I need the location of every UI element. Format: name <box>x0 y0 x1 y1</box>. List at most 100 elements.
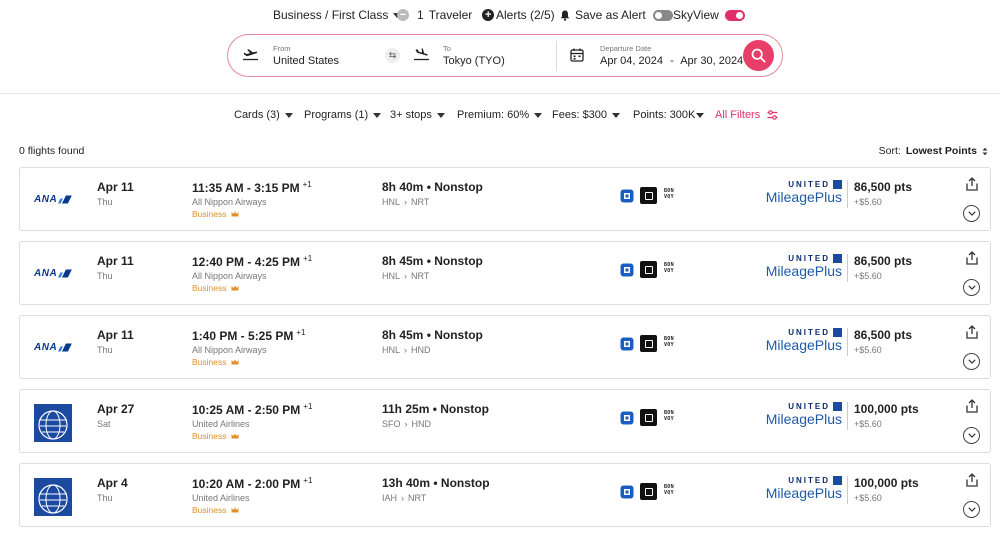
bonvoy-text: BON VOY <box>664 484 674 496</box>
cabin-select[interactable]: Business / First Class <box>273 6 402 24</box>
route-origin: SFO <box>382 419 401 429</box>
filter-points[interactable]: Points: 300K <box>633 109 705 121</box>
date-end: Apr 30, 2024 <box>680 55 744 67</box>
date-label: Departure Date <box>600 44 652 53</box>
date-field[interactable]: Departure Date Apr 04, 2024 - Apr 30, 20… <box>558 35 743 75</box>
filter-fees[interactable]: Fees: $300 <box>552 109 621 121</box>
bonvoy-icon: BON VOY <box>664 188 680 200</box>
filter-premium[interactable]: Premium: 60% <box>457 109 543 121</box>
program-brand: UNITED <box>788 476 830 485</box>
route-destination: NRT <box>408 493 427 503</box>
flight-card[interactable]: Apr 27 Sat 10:25 AM - 2:50 PM +1 United A… <box>19 389 991 453</box>
mileageplus-logo: UNITED MileagePlus <box>760 402 842 436</box>
chase-icon <box>620 485 634 499</box>
share-icon[interactable] <box>965 177 979 191</box>
flight-card[interactable]: ANA Apr 11 Thu 11:35 AM - 3:15 PM +1 All … <box>19 167 991 231</box>
flight-time-range: 11:35 AM - 3:15 PM <box>192 181 300 195</box>
chevron-down-icon <box>967 285 976 290</box>
expand-button[interactable] <box>963 279 980 296</box>
chevron-down-icon <box>696 112 705 118</box>
skyview-label: SkyView <box>673 8 719 22</box>
expand-button[interactable] <box>963 205 980 222</box>
route-destination: HND <box>411 345 431 355</box>
bonvoy-icon: BON VOY <box>664 484 680 496</box>
chase-icon <box>620 263 634 277</box>
amex-icon <box>640 335 657 352</box>
share-icon[interactable] <box>965 251 979 265</box>
swap-icon[interactable]: ⇆ <box>385 48 400 63</box>
filter-cards[interactable]: Cards (3) <box>234 109 293 121</box>
flight-time: 11:35 AM - 3:15 PM +1 <box>192 180 312 195</box>
filter-cards-label: Cards (3) <box>234 109 280 121</box>
filter-stops[interactable]: 3+ stops <box>390 109 445 121</box>
sort-select[interactable]: Sort: Lowest Points <box>879 145 988 157</box>
search-icon <box>751 48 766 63</box>
expand-button[interactable] <box>963 427 980 444</box>
chevron-right-icon: › <box>404 197 408 207</box>
route-destination: HND <box>411 419 432 429</box>
expand-button[interactable] <box>963 501 980 518</box>
search-button[interactable] <box>743 40 774 71</box>
flight-route: HNL › NRT <box>382 197 429 207</box>
date-range: Apr 04, 2024 - Apr 30, 2024 <box>600 55 743 67</box>
route-destination: NRT <box>411 197 430 207</box>
flight-date: Apr 4 <box>97 476 128 490</box>
from-field[interactable]: From United States <box>228 35 378 75</box>
flight-date: Apr 11 <box>97 328 134 342</box>
plus-icon[interactable]: + <box>482 9 495 21</box>
ana-logo-text: ANA <box>34 193 58 205</box>
program-name: MileagePlus <box>765 411 842 427</box>
day-offset: +1 <box>303 476 313 485</box>
share-icon[interactable] <box>965 399 979 413</box>
flight-duration: 13h 40m • Nonstop <box>382 476 490 490</box>
united-logo <box>34 404 72 442</box>
expand-button[interactable] <box>963 353 980 370</box>
save-alert-label: Save as Alert <box>575 8 646 22</box>
flight-card[interactable]: ANA Apr 11 Thu 12:40 PM - 4:25 PM +1 All … <box>19 241 991 305</box>
calendar-icon <box>570 48 584 62</box>
header-divider <box>0 93 1000 94</box>
program-brand: UNITED <box>788 254 830 263</box>
price-divider <box>847 328 848 356</box>
airline-name: All Nippon Airways <box>192 197 267 207</box>
cabin-select-label: Business / First Class <box>273 8 389 22</box>
share-icon[interactable] <box>965 325 979 339</box>
day-offset: +1 <box>303 402 313 411</box>
filter-premium-label: Premium: 60% <box>457 109 530 121</box>
traveler-stepper: − 1 Traveler + <box>397 6 495 24</box>
price-divider <box>847 476 848 504</box>
flight-weekday: Thu <box>97 197 113 207</box>
mileageplus-logo: UNITED MileagePlus <box>760 328 842 362</box>
share-icon[interactable] <box>965 473 979 487</box>
flight-card[interactable]: ANA Apr 11 Thu 1:40 PM - 5:25 PM +1 All N… <box>19 315 991 379</box>
all-filters-button[interactable]: All Filters <box>715 109 778 121</box>
flight-card[interactable]: Apr 4 Thu 10:20 AM - 2:00 PM +1 United Ai… <box>19 463 991 527</box>
cash-fee: +$5.60 <box>854 271 882 281</box>
cash-fee: +$5.60 <box>854 197 882 207</box>
alerts-link[interactable]: Alerts (2/5) <box>496 6 555 24</box>
price-divider <box>847 180 848 208</box>
cash-fee: +$5.60 <box>854 493 882 503</box>
minus-icon[interactable]: − <box>397 9 409 21</box>
day-offset: +1 <box>296 328 306 337</box>
flight-route: HNL › NRT <box>382 271 429 281</box>
price-divider <box>847 402 848 430</box>
all-filters-label: All Filters <box>715 109 761 121</box>
amex-icon <box>640 261 657 278</box>
skyview-toggle[interactable] <box>724 9 745 21</box>
cabin-class: Business <box>192 283 239 293</box>
landing-icon <box>414 48 429 61</box>
filter-programs[interactable]: Programs (1) <box>304 109 382 121</box>
points-price: 86,500 pts <box>854 328 913 342</box>
cabin-class-label: Business <box>192 505 227 515</box>
ana-stripe-icon <box>58 195 72 203</box>
chevron-right-icon: › <box>404 419 408 429</box>
cabin-class: Business <box>192 209 239 219</box>
from-value: United States <box>273 55 340 67</box>
chevron-down-icon <box>967 359 976 364</box>
chevron-down-icon <box>967 433 976 438</box>
save-alert-toggle[interactable] <box>652 9 673 21</box>
mileageplus-logo: UNITED MileagePlus <box>760 180 842 214</box>
to-field[interactable]: To Tokyo (TYO) <box>408 35 556 75</box>
alerts-label: Alerts (2/5) <box>496 8 555 22</box>
